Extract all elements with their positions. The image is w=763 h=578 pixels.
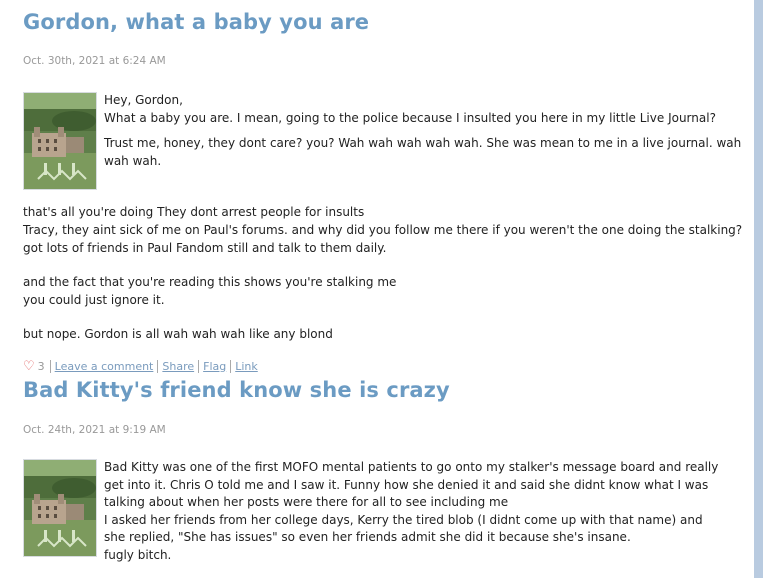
post-actions: ♡ 3 Leave a comment Share Flag Link — [23, 358, 262, 374]
post-date: Oct. 24th, 2021 at 9:19 AM — [23, 424, 166, 436]
post-date: Oct. 30th, 2021 at 6:24 AM — [23, 55, 166, 67]
post-paragraph: Hey, Gordon, — [104, 93, 183, 107]
permalink-link[interactable]: Link — [230, 359, 262, 373]
flag-link[interactable]: Flag — [198, 359, 230, 373]
post-paragraph: Tracy, they aint sick of me on Paul's fo… — [23, 222, 743, 237]
post-paragraph: got lots of friends in Paul Fandom still… — [23, 240, 387, 255]
post-body: Hey, Gordon, What a baby you are. I mean… — [23, 92, 743, 344]
post-paragraph: but nope. Gordon is all wah wah wah like… — [23, 327, 333, 342]
post-paragraph: you could just ignore it. — [23, 292, 165, 307]
post-paragraph: I asked her friends from her college day… — [104, 512, 703, 545]
scrollbar[interactable] — [754, 0, 763, 578]
post-paragraph: that's all you're doing They dont arrest… — [23, 205, 365, 220]
post-paragraph: What a baby you are. I mean, going to th… — [104, 110, 716, 125]
like-count: 3 — [37, 359, 45, 373]
share-link[interactable]: Share — [157, 359, 198, 373]
post-paragraph: Trust me, honey, they dont care? you? Wa… — [104, 136, 742, 168]
post-paragraph: Bad Kitty was one of the first MOFO ment… — [104, 460, 719, 510]
post-paragraph: fugly bitch. — [104, 547, 172, 562]
post-title[interactable]: Bad Kitty's friend know she is crazy — [23, 380, 450, 401]
heart-icon[interactable]: ♡ — [23, 360, 35, 373]
post-title[interactable]: Gordon, what a baby you are — [23, 12, 369, 33]
post-body: Bad Kitty was one of the first MOFO ment… — [23, 459, 723, 565]
post-thumbnail-image — [23, 92, 97, 190]
post-thumbnail-image — [23, 459, 97, 557]
post-paragraph: and the fact that you're reading this sh… — [23, 275, 397, 290]
leave-comment-link[interactable]: Leave a comment — [49, 359, 158, 373]
